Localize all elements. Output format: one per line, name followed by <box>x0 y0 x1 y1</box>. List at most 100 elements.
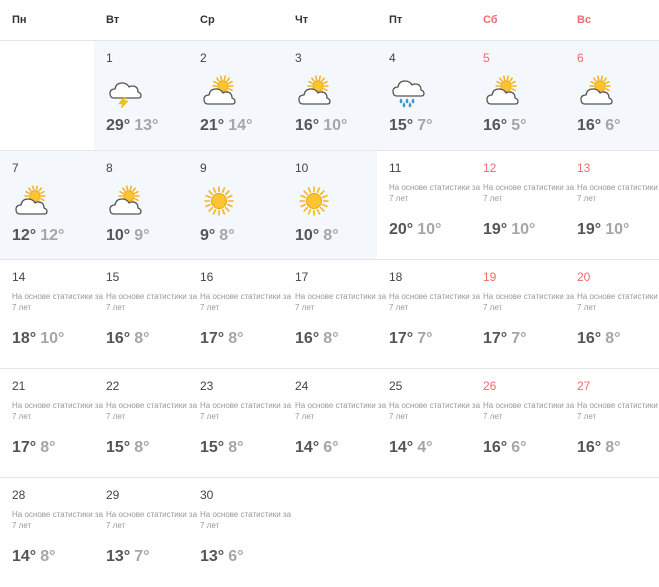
temp-low: 5° <box>511 117 527 134</box>
temperature: 15° 8° <box>200 439 244 457</box>
statistics-note: На основе статистики за 7 лет <box>389 183 481 203</box>
temp-high: 14° <box>295 439 320 456</box>
forecast-day-cell[interactable]: 8 10° 9° <box>94 151 188 260</box>
day-number: 10 <box>295 161 309 175</box>
day-number: 16 <box>200 270 214 284</box>
temperature: 16° 8° <box>577 330 621 348</box>
day-number: 14 <box>12 270 26 284</box>
temp-low: 8° <box>134 330 150 347</box>
day-number: 17 <box>295 270 309 284</box>
temperature: 15° 8° <box>106 439 150 457</box>
temp-high: 17° <box>389 330 414 347</box>
temp-low: 10° <box>40 330 65 347</box>
temp-low: 6° <box>605 117 621 134</box>
day-number: 2 <box>200 51 207 65</box>
temperature: 13° 6° <box>200 548 244 566</box>
statistics-day-cell[interactable]: 25 На основе статистики за 7 лет 14° 4° <box>377 369 480 478</box>
forecast-day-cell[interactable]: 6 16° 6° <box>565 41 659 150</box>
statistics-day-cell[interactable]: 13 На основе статистики за 7 лет 19° 10° <box>565 151 659 260</box>
temp-high: 16° <box>483 439 508 456</box>
temp-low: 7° <box>511 330 527 347</box>
statistics-note: На основе статистики за 7 лет <box>106 292 198 312</box>
temperature: 14° 8° <box>12 548 56 566</box>
temp-low: 4° <box>417 439 433 456</box>
temp-low: 8° <box>228 439 244 456</box>
temp-high: 14° <box>12 548 37 565</box>
temp-high: 13° <box>106 548 131 565</box>
temperature: 13° 7° <box>106 548 150 566</box>
forecast-day-cell[interactable]: 1 29° 13° <box>94 41 188 150</box>
day-number: 19 <box>483 270 497 284</box>
statistics-note: На основе статистики за 7 лет <box>483 401 575 421</box>
statistics-day-cell[interactable]: 19 На основе статистики за 7 лет 17° 7° <box>471 260 574 369</box>
temp-high: 15° <box>200 439 225 456</box>
sun-icon <box>297 184 331 218</box>
forecast-day-cell[interactable]: 4 15° 7° <box>377 41 471 150</box>
week-row: 7 12° 12° 8 10° 9° 9 9° 8° 10 10° 8° 11 На основе ста… <box>0 151 659 260</box>
statistics-day-cell[interactable]: 27 На основе статистики за 7 лет 16° 8° <box>565 369 659 478</box>
statistics-day-cell[interactable]: 28 На основе статистики за 7 лет 14° 8° <box>0 478 103 587</box>
statistics-note: На основе статистики за 7 лет <box>577 292 659 312</box>
temp-low: 10° <box>511 221 536 238</box>
statistics-note: На основе статистики за 7 лет <box>200 292 292 312</box>
temp-low: 7° <box>134 548 150 565</box>
day-number: 8 <box>106 161 113 175</box>
temp-high: 10° <box>106 227 131 244</box>
forecast-day-cell[interactable]: 9 9° 8° <box>188 151 283 260</box>
day-number: 4 <box>389 51 396 65</box>
statistics-day-cell[interactable]: 12 На основе статистики за 7 лет 19° 10° <box>471 151 574 260</box>
temp-low: 10° <box>605 221 630 238</box>
temp-high: 16° <box>483 117 508 134</box>
day-number: 7 <box>12 161 19 175</box>
statistics-day-cell[interactable]: 24 На основе статистики за 7 лет 14° 6° <box>283 369 386 478</box>
temp-high: 16° <box>577 330 602 347</box>
temperature: 19° 10° <box>577 221 629 239</box>
forecast-day-cell[interactable]: 2 21° 14° <box>188 41 283 150</box>
statistics-day-cell[interactable]: 17 На основе статистики за 7 лет 16° 8° <box>283 260 386 369</box>
day-number: 25 <box>389 379 403 393</box>
temp-low: 7° <box>417 330 433 347</box>
statistics-day-cell[interactable]: 11 На основе статистики за 7 лет 20° 10° <box>377 151 480 260</box>
temperature: 16° 6° <box>483 439 527 457</box>
weekday-label: Сб <box>483 14 498 26</box>
day-number: 29 <box>106 488 120 502</box>
temperature: 16° 5° <box>483 117 527 135</box>
temperature: 17° 7° <box>389 330 433 348</box>
forecast-day-cell[interactable]: 7 12° 12° <box>0 151 94 260</box>
statistics-day-cell[interactable]: 26 На основе статистики за 7 лет 16° 6° <box>471 369 574 478</box>
temp-high: 12° <box>12 227 37 244</box>
statistics-day-cell[interactable]: 20 На основе статистики за 7 лет 16° 8° <box>565 260 659 369</box>
temp-high: 21° <box>200 117 225 134</box>
statistics-day-cell[interactable]: 18 На основе статистики за 7 лет 17° 7° <box>377 260 480 369</box>
day-number: 15 <box>106 270 120 284</box>
temp-low: 8° <box>219 227 235 244</box>
temp-high: 16° <box>577 117 602 134</box>
statistics-day-cell[interactable]: 22 На основе статистики за 7 лет 15° 8° <box>94 369 197 478</box>
statistics-day-cell[interactable]: 29 На основе статистики за 7 лет 13° 7° <box>94 478 197 587</box>
day-number: 28 <box>12 488 26 502</box>
temp-low: 8° <box>40 439 56 456</box>
temp-low: 8° <box>605 330 621 347</box>
statistics-day-cell[interactable]: 23 На основе статистики за 7 лет 15° 8° <box>188 369 291 478</box>
statistics-day-cell[interactable]: 15 На основе статистики за 7 лет 16° 8° <box>94 260 197 369</box>
temp-high: 17° <box>200 330 225 347</box>
statistics-day-cell[interactable]: 14 На основе статистики за 7 лет 18° 10° <box>0 260 103 369</box>
temp-low: 6° <box>228 548 244 565</box>
temp-high: 29° <box>106 117 131 134</box>
temp-low: 10° <box>323 117 348 134</box>
day-number: 3 <box>295 51 302 65</box>
forecast-day-cell[interactable]: 10 10° 8° <box>283 151 377 260</box>
temp-low: 12° <box>40 227 65 244</box>
forecast-day-cell[interactable]: 5 16° 5° <box>471 41 565 150</box>
statistics-day-cell[interactable]: 30 На основе статистики за 7 лет 13° 6° <box>188 478 291 587</box>
temp-low: 13° <box>134 117 159 134</box>
temperature: 16° 8° <box>295 330 339 348</box>
statistics-day-cell[interactable]: 16 На основе статистики за 7 лет 17° 8° <box>188 260 291 369</box>
weather-calendar: Пн Вт Ср Чт Пт Сб Вс 1 29° 13° 2 21° 14° 3 16° 10° 4 15°… <box>0 0 659 580</box>
statistics-day-cell[interactable]: 21 На основе статистики за 7 лет 17° 8° <box>0 369 103 478</box>
forecast-day-cell[interactable]: 3 16° 10° <box>283 41 377 150</box>
weekday-label: Вт <box>106 14 120 26</box>
statistics-note: На основе статистики за 7 лет <box>106 510 198 530</box>
weekday-label: Пн <box>12 14 27 26</box>
partly-cloudy-icon <box>579 74 613 108</box>
